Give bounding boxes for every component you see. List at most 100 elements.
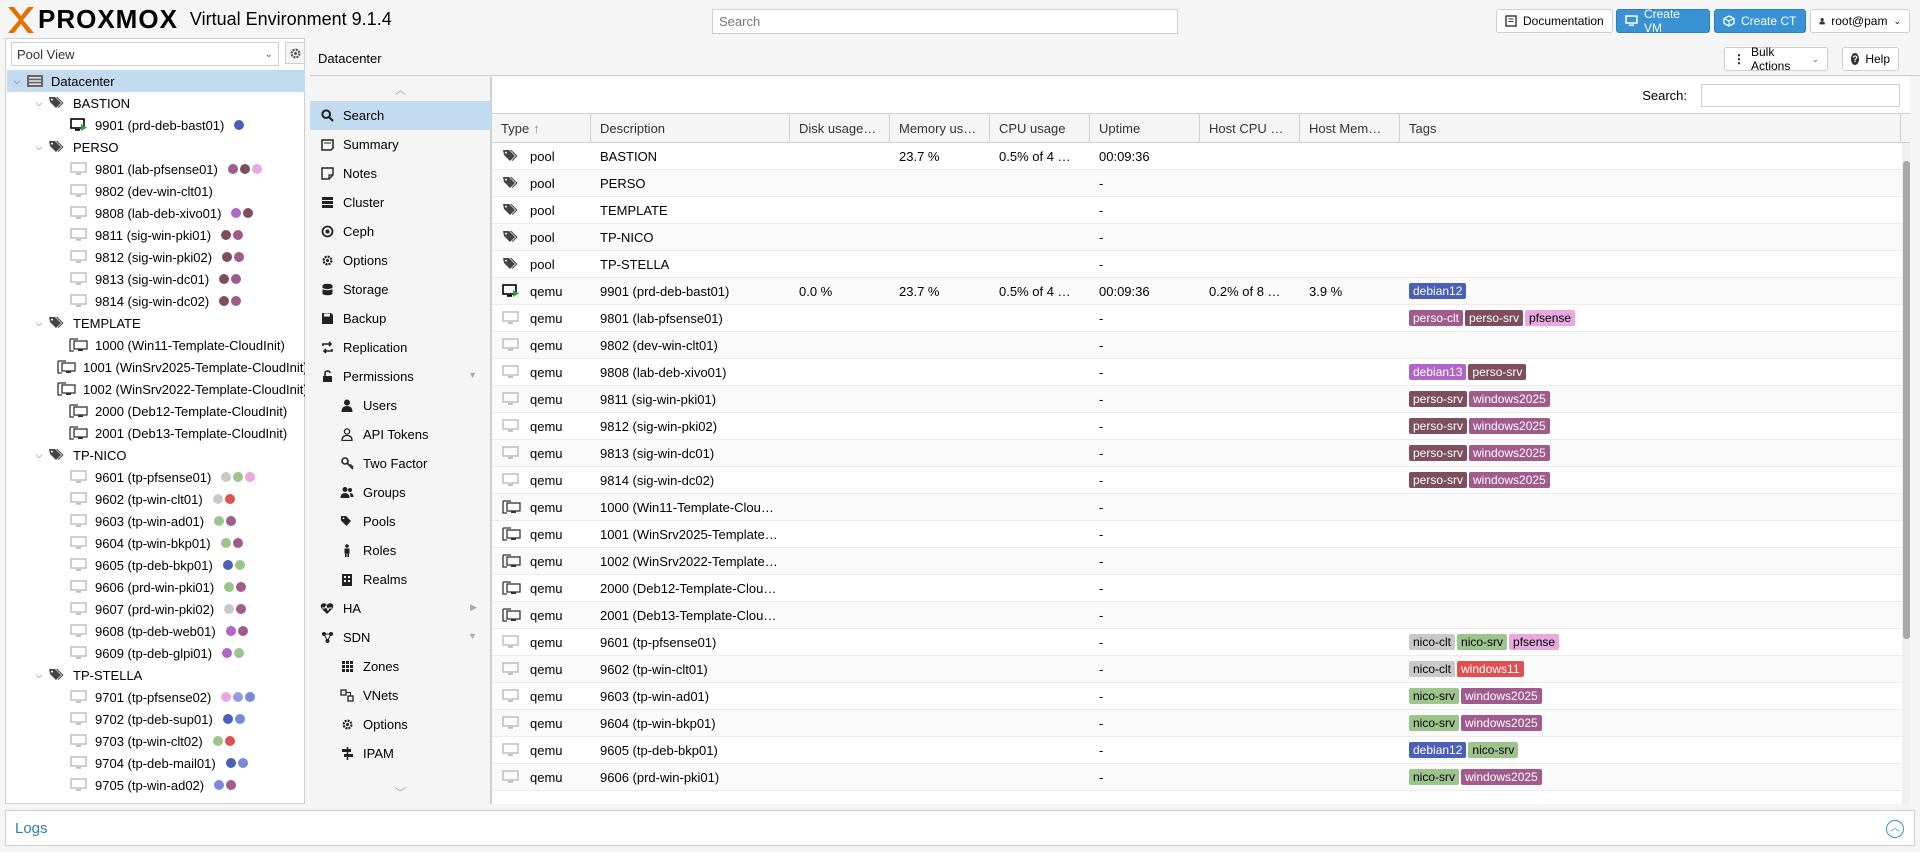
nav-item-ceph[interactable]: Ceph <box>310 217 491 246</box>
nav-item-summary[interactable]: Summary <box>310 130 491 159</box>
tag-badge[interactable]: windows2025 <box>1461 715 1542 731</box>
table-row[interactable]: qemu 1000 (Win11-Template-Clou… - <box>492 494 1902 521</box>
tag-badge[interactable]: debian12 <box>1409 742 1467 758</box>
grid-scrollbar-thumb[interactable] <box>1903 161 1910 639</box>
table-row[interactable]: qemu 9602 (tp-win-clt01) - nico-clt windows1… <box>492 656 1902 683</box>
nav-item-groups[interactable]: Groups <box>310 478 491 507</box>
table-row[interactable]: qemu 9901 (prd-deb-bast01) 0.0 % 23.7 % 0.5%… <box>492 278 1902 305</box>
nav-item-options[interactable]: Options <box>310 246 491 275</box>
tag-badge[interactable]: windows2025 <box>1469 391 1550 407</box>
nav-item-backup[interactable]: Backup <box>310 304 491 333</box>
tag-badge[interactable]: nico-clt <box>1409 661 1456 677</box>
create-ct-button[interactable]: Create CT <box>1714 9 1806 33</box>
nav-item-users[interactable]: Users <box>310 391 491 420</box>
chevron-down-icon[interactable]: ⌵ <box>33 450 45 461</box>
log-panel-title[interactable]: Logs <box>15 820 48 837</box>
chevron-down-icon[interactable]: ⌵ <box>33 142 45 153</box>
table-row[interactable]: qemu 1001 (WinSrv2025-Template… - <box>492 521 1902 548</box>
nav-scroll-down[interactable]: ﹀ <box>310 780 491 804</box>
grid-scrollbar[interactable] <box>1902 143 1910 804</box>
nav-item-ha[interactable]: HA ▶ <box>310 594 491 623</box>
tree-node[interactable]: 9808 (lab-deb-xivo01) <box>7 202 305 224</box>
nav-item-sdn[interactable]: SDN ▼ <box>310 623 491 652</box>
tree-node[interactable]: 9802 (dev-win-clt01) <box>7 180 305 202</box>
tag-badge[interactable]: perso-srv <box>1468 364 1527 380</box>
chevron-down-icon[interactable]: ⌵ <box>33 670 45 681</box>
tag-badge[interactable]: nico-clt <box>1409 634 1456 650</box>
tag-badge[interactable]: perso-srv <box>1409 445 1468 461</box>
tag-badge[interactable]: perso-srv <box>1465 310 1524 326</box>
nav-item-options[interactable]: Options <box>310 710 491 739</box>
tag-badge[interactable]: perso-srv <box>1409 418 1468 434</box>
chevron-down-icon[interactable]: ⌵ <box>33 318 45 329</box>
tree-node[interactable]: 9601 (tp-pfsense01) <box>7 466 305 488</box>
tree-node[interactable]: 9814 (sig-win-dc02) <box>7 290 305 312</box>
grid-search-input[interactable] <box>1701 84 1900 107</box>
table-row[interactable]: qemu 9813 (sig-win-dc01) - perso-srv windows… <box>492 440 1902 467</box>
nav-item-two-factor[interactable]: Two Factor <box>310 449 491 478</box>
table-row[interactable]: qemu 9812 (sig-win-pki02) - perso-srv window… <box>492 413 1902 440</box>
nav-item-api-tokens[interactable]: API Tokens <box>310 420 491 449</box>
nav-item-realms[interactable]: Realms <box>310 565 491 594</box>
tree-node[interactable]: 9705 (tp-win-ad02) <box>7 774 305 796</box>
table-row[interactable]: qemu 2000 (Deb12-Template-Clou… - <box>492 575 1902 602</box>
documentation-button[interactable]: Documentation <box>1496 9 1613 33</box>
nav-item-roles[interactable]: Roles <box>310 536 491 565</box>
table-row[interactable]: qemu 9811 (sig-win-pki01) - perso-srv window… <box>492 386 1902 413</box>
tree-node[interactable]: 9606 (prd-win-pki01) <box>7 576 305 598</box>
tree-settings-button[interactable] <box>285 42 305 64</box>
tree-node[interactable]: ⌵ TP-NICO <box>7 444 305 466</box>
tree-node[interactable]: 1001 (WinSrv2025-Template-CloudInit) <box>7 356 305 378</box>
tree-node[interactable]: 9703 (tp-win-clt02) <box>7 730 305 752</box>
tree-node[interactable]: 9702 (tp-deb-sup01) <box>7 708 305 730</box>
table-row[interactable]: qemu 9604 (tp-win-bkp01) - nico-srv windows2… <box>492 710 1902 737</box>
user-menu-button[interactable]: root@pam ⌄ <box>1810 9 1910 33</box>
tag-badge[interactable]: windows2025 <box>1469 445 1550 461</box>
tree-node[interactable]: 9704 (tp-deb-mail01) <box>7 752 305 774</box>
tag-badge[interactable]: nico-srv <box>1468 742 1519 758</box>
nav-item-permissions[interactable]: Permissions ▼ <box>310 362 491 391</box>
tree-node[interactable]: 9609 (tp-deb-glpi01) <box>7 642 305 664</box>
create-vm-button[interactable]: Create VM <box>1616 7 1710 35</box>
tree-node[interactable]: 9812 (sig-win-pki02) <box>7 246 305 268</box>
tag-badge[interactable]: windows2025 <box>1469 472 1550 488</box>
nav-item-storage[interactable]: Storage <box>310 275 491 304</box>
nav-item-cluster[interactable]: Cluster <box>310 188 491 217</box>
column-header[interactable]: Description <box>591 114 790 142</box>
tag-badge[interactable]: nico-srv <box>1457 634 1508 650</box>
tree-node[interactable]: ⌵ TP-STELLA <box>7 664 305 686</box>
table-row[interactable]: pool PERSO - <box>492 170 1902 197</box>
table-row[interactable]: qemu 1002 (WinSrv2022-Template… - <box>492 548 1902 575</box>
tag-badge[interactable]: nico-srv <box>1409 715 1460 731</box>
column-header[interactable]: Tags <box>1400 114 1901 142</box>
tag-badge[interactable]: perso-clt <box>1409 310 1464 326</box>
table-row[interactable]: qemu 9601 (tp-pfsense01) - nico-clt nico-srv… <box>492 629 1902 656</box>
tag-badge[interactable]: debian13 <box>1409 364 1467 380</box>
nav-scroll-up[interactable]: ︿ <box>310 77 491 101</box>
help-button[interactable]: ? Help <box>1842 47 1899 71</box>
nav-item-notes[interactable]: Notes <box>310 159 491 188</box>
tree-node[interactable]: 9605 (tp-deb-bkp01) <box>7 554 305 576</box>
tree-node[interactable]: 9701 (tp-pfsense02) <box>7 686 305 708</box>
tree-node[interactable]: 9607 (prd-win-pki02) <box>7 598 305 620</box>
tag-badge[interactable]: windows2025 <box>1469 418 1550 434</box>
nav-item-zones[interactable]: Zones <box>310 652 491 681</box>
table-row[interactable]: qemu 9603 (tp-win-ad01) - nico-srv windows20… <box>492 683 1902 710</box>
table-row[interactable]: pool TP-STELLA - <box>492 251 1902 278</box>
column-header[interactable]: Type ↑ <box>492 114 591 142</box>
tag-badge[interactable]: perso-srv <box>1409 391 1468 407</box>
tree-node[interactable]: 9811 (sig-win-pki01) <box>7 224 305 246</box>
caret-right-icon[interactable]: ▶ <box>470 602 477 613</box>
table-row[interactable]: pool BASTION 23.7 % 0.5% of 4 … 00:09:36 <box>492 143 1902 170</box>
tag-badge[interactable]: pfsense <box>1525 310 1576 326</box>
tree-node[interactable]: 9603 (tp-win-ad01) <box>7 510 305 532</box>
nav-item-replication[interactable]: Replication <box>310 333 491 362</box>
tag-badge[interactable]: windows2025 <box>1461 769 1542 785</box>
table-row[interactable]: qemu 9802 (dev-win-clt01) - <box>492 332 1902 359</box>
tag-badge[interactable]: pfsense <box>1509 634 1560 650</box>
column-header[interactable]: Host Mem… <box>1300 114 1400 142</box>
table-row[interactable]: qemu 9606 (prd-win-pki01) - nico-srv windows… <box>492 764 1902 791</box>
tree-node[interactable]: ⌵ Datacenter <box>7 70 305 92</box>
tag-badge[interactable]: windows11 <box>1457 661 1524 677</box>
caret-down-icon[interactable]: ▼ <box>468 631 477 641</box>
